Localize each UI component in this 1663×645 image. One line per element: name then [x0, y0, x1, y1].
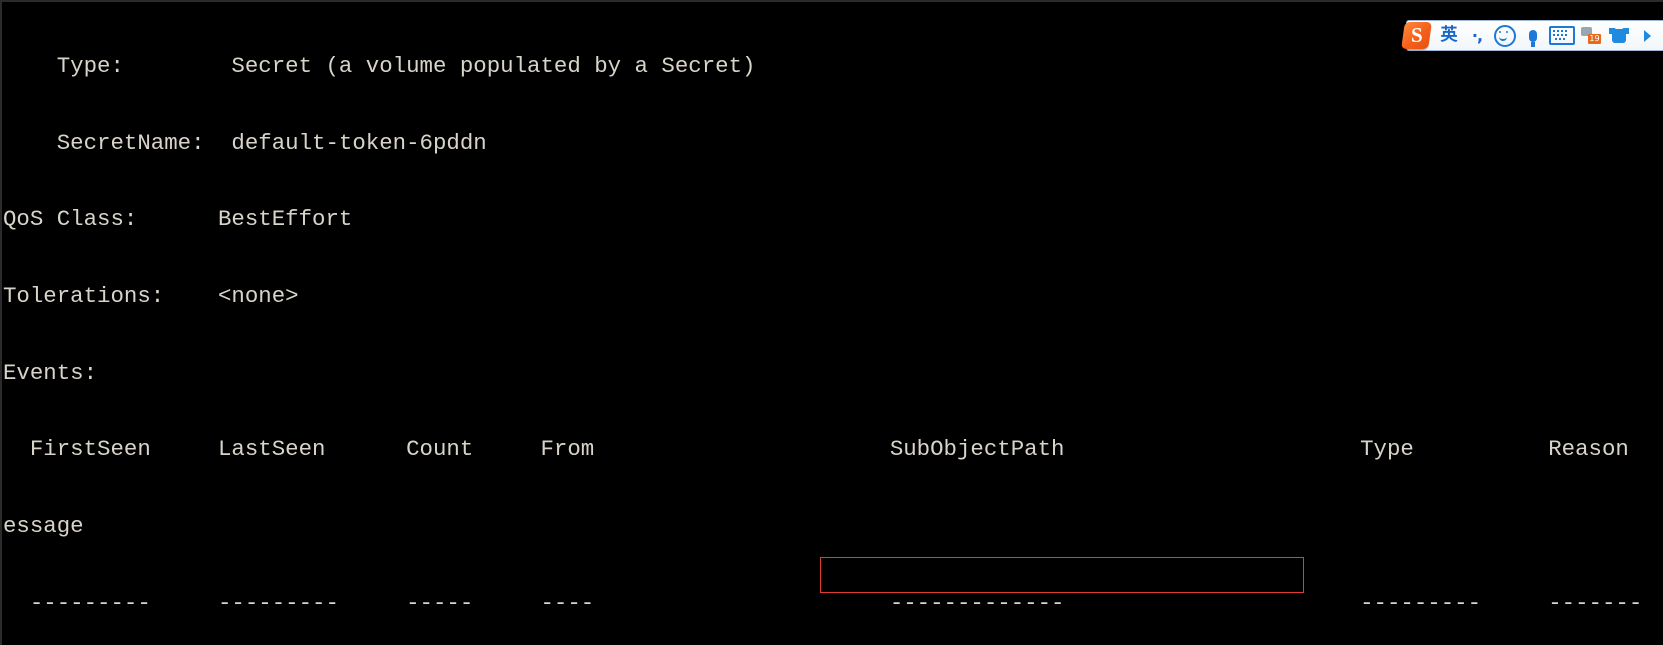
punctuation-label: ·,	[1471, 25, 1483, 45]
smiley-glyph	[1494, 24, 1516, 47]
terminal-line: Type: Secret (a volume populated by a Se…	[3, 53, 756, 80]
terminal-line: Tolerations: <none>	[3, 283, 299, 310]
voice-input-icon[interactable]	[1519, 21, 1547, 50]
terminal-output: Type: Secret (a volume populated by a Se…	[3, 3, 1663, 645]
calendar-badge: 19	[1588, 34, 1601, 44]
microphone-glyph	[1529, 29, 1537, 47]
terminal-header-line: FirstSeen LastSeen Count From SubObjectP…	[3, 436, 1663, 463]
calendar-icon[interactable]: 19	[1577, 21, 1605, 50]
toolbox-arrow-icon[interactable]	[1633, 21, 1661, 50]
arrow-glyph	[1643, 29, 1651, 42]
input-mode-icon[interactable]: 英	[1435, 21, 1463, 50]
window-top-border	[0, 0, 1663, 2]
window-left-border	[0, 0, 2, 645]
punctuation-icon[interactable]: ·,	[1463, 21, 1491, 50]
shirt-glyph	[1609, 27, 1629, 44]
sogou-logo-icon[interactable]: S	[1400, 21, 1435, 50]
calendar-glyph: 19	[1581, 27, 1601, 44]
input-mode-label: 英	[1440, 24, 1458, 45]
terminal-window[interactable]: Type: Secret (a volume populated by a Se…	[0, 0, 1663, 645]
soft-keyboard-icon[interactable]	[1547, 21, 1577, 50]
terminal-line: SecretName: default-token-6pddn	[3, 129, 487, 156]
sogou-ime-toolbar[interactable]: S 英 ·, 19	[1400, 20, 1663, 51]
keyboard-glyph	[1549, 26, 1575, 45]
terminal-line: Events:	[3, 359, 98, 386]
emoji-icon[interactable]	[1491, 21, 1519, 50]
terminal-header-line: essage	[3, 512, 84, 539]
skin-icon[interactable]	[1605, 21, 1633, 50]
sogou-logo-letter: S	[1410, 23, 1422, 47]
terminal-line: QoS Class: BestEffort	[3, 206, 353, 233]
terminal-separator-line: --------- --------- ----- ---- ---------…	[3, 589, 1663, 616]
